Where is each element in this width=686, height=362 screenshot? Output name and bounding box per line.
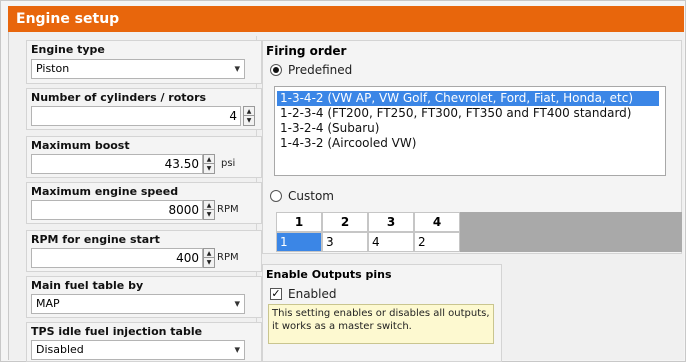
enabled-checkbox[interactable]: ✓ (270, 288, 282, 300)
grid-header-cell: 4 (414, 212, 460, 232)
fuel-table-select[interactable]: MAP ▾ (31, 294, 245, 314)
fuel-table-group: Main fuel table by MAP ▾ (26, 276, 262, 318)
predefined-label: Predefined (288, 63, 353, 77)
max-boost-label: Maximum boost (31, 139, 130, 152)
max-speed-unit: RPM (217, 204, 239, 215)
rpm-start-label: RPM for engine start (31, 233, 160, 246)
outputs-note: This setting enables or disables all out… (268, 304, 494, 344)
grid-header-cell: 1 (276, 212, 322, 232)
chevron-down-icon: ▾ (234, 62, 240, 75)
max-speed-label: Maximum engine speed (31, 185, 179, 198)
window-title: Engine setup (8, 6, 684, 32)
grid-cell[interactable]: 1 (276, 232, 322, 252)
max-boost-stepper[interactable]: ▲ ▼ (203, 154, 215, 174)
spin-down-icon[interactable]: ▼ (244, 116, 254, 125)
cylinders-group: Number of cylinders / rotors 4 ▲ ▼ (26, 88, 262, 130)
tps-idle-select[interactable]: Disabled ▾ (31, 340, 245, 360)
spin-up-icon[interactable]: ▲ (204, 249, 214, 258)
rpm-start-stepper[interactable]: ▲ ▼ (203, 248, 215, 268)
spin-up-icon[interactable]: ▲ (204, 201, 214, 210)
fuel-table-value: MAP (36, 297, 60, 310)
custom-radio[interactable] (270, 190, 282, 202)
cylinders-input[interactable]: 4 (31, 106, 241, 126)
max-boost-unit: psi (221, 158, 236, 169)
grid-header-cell: 3 (368, 212, 414, 232)
spin-down-icon[interactable]: ▼ (204, 258, 214, 267)
tps-idle-label: TPS idle fuel injection table (31, 325, 203, 338)
spin-down-icon[interactable]: ▼ (204, 164, 214, 173)
tps-idle-value: Disabled (36, 343, 84, 356)
list-item[interactable]: 1-3-4-2 (VW AP, VW Golf, Chevrolet, Ford… (277, 91, 659, 106)
grid-header-cell: 2 (322, 212, 368, 232)
max-speed-stepper[interactable]: ▲ ▼ (203, 200, 215, 220)
list-item[interactable]: 1-2-3-4 (FT200, FT250, FT300, FT350 and … (277, 106, 631, 121)
list-item[interactable]: 1-3-2-4 (Subaru) (277, 121, 379, 136)
firing-order-title: Firing order (266, 44, 347, 58)
fuel-table-label: Main fuel table by (31, 279, 144, 292)
engine-type-select[interactable]: Piston ▾ (31, 59, 245, 79)
spin-up-icon[interactable]: ▲ (204, 155, 214, 164)
chevron-down-icon: ▾ (234, 343, 240, 356)
custom-label: Custom (288, 189, 334, 203)
grid-cell[interactable]: 4 (368, 232, 414, 252)
rpm-start-unit: RPM (217, 252, 239, 263)
max-boost-input[interactable]: 43.50 (31, 154, 203, 174)
engine-type-label: Engine type (31, 43, 105, 56)
max-speed-group: Maximum engine speed 8000 ▲ ▼ RPM (26, 182, 262, 224)
list-item[interactable]: 1-4-3-2 (Aircooled VW) (277, 136, 416, 151)
max-speed-input[interactable]: 8000 (31, 200, 203, 220)
engine-type-value: Piston (36, 62, 70, 75)
max-boost-group: Maximum boost 43.50 ▲ ▼ psi (26, 136, 262, 178)
engine-type-group: Engine type Piston ▾ (26, 40, 262, 84)
rpm-start-group: RPM for engine start 400 ▲ ▼ RPM (26, 230, 262, 272)
grid-cell[interactable]: 2 (414, 232, 460, 252)
predefined-radio[interactable] (270, 64, 282, 76)
spin-up-icon[interactable]: ▲ (244, 107, 254, 116)
cylinders-stepper[interactable]: ▲ ▼ (243, 106, 255, 126)
rpm-start-input[interactable]: 400 (31, 248, 203, 268)
grid-empty-area (460, 212, 682, 252)
grid-cell[interactable]: 3 (322, 232, 368, 252)
cylinders-label: Number of cylinders / rotors (31, 91, 207, 104)
enabled-label: Enabled (288, 287, 337, 301)
outputs-title: Enable Outputs pins (266, 268, 392, 281)
chevron-down-icon: ▾ (234, 297, 240, 310)
firing-order-list[interactable]: 1-3-4-2 (VW AP, VW Golf, Chevrolet, Ford… (274, 86, 666, 176)
spin-down-icon[interactable]: ▼ (204, 210, 214, 219)
tps-idle-group: TPS idle fuel injection table Disabled ▾ (26, 322, 262, 362)
